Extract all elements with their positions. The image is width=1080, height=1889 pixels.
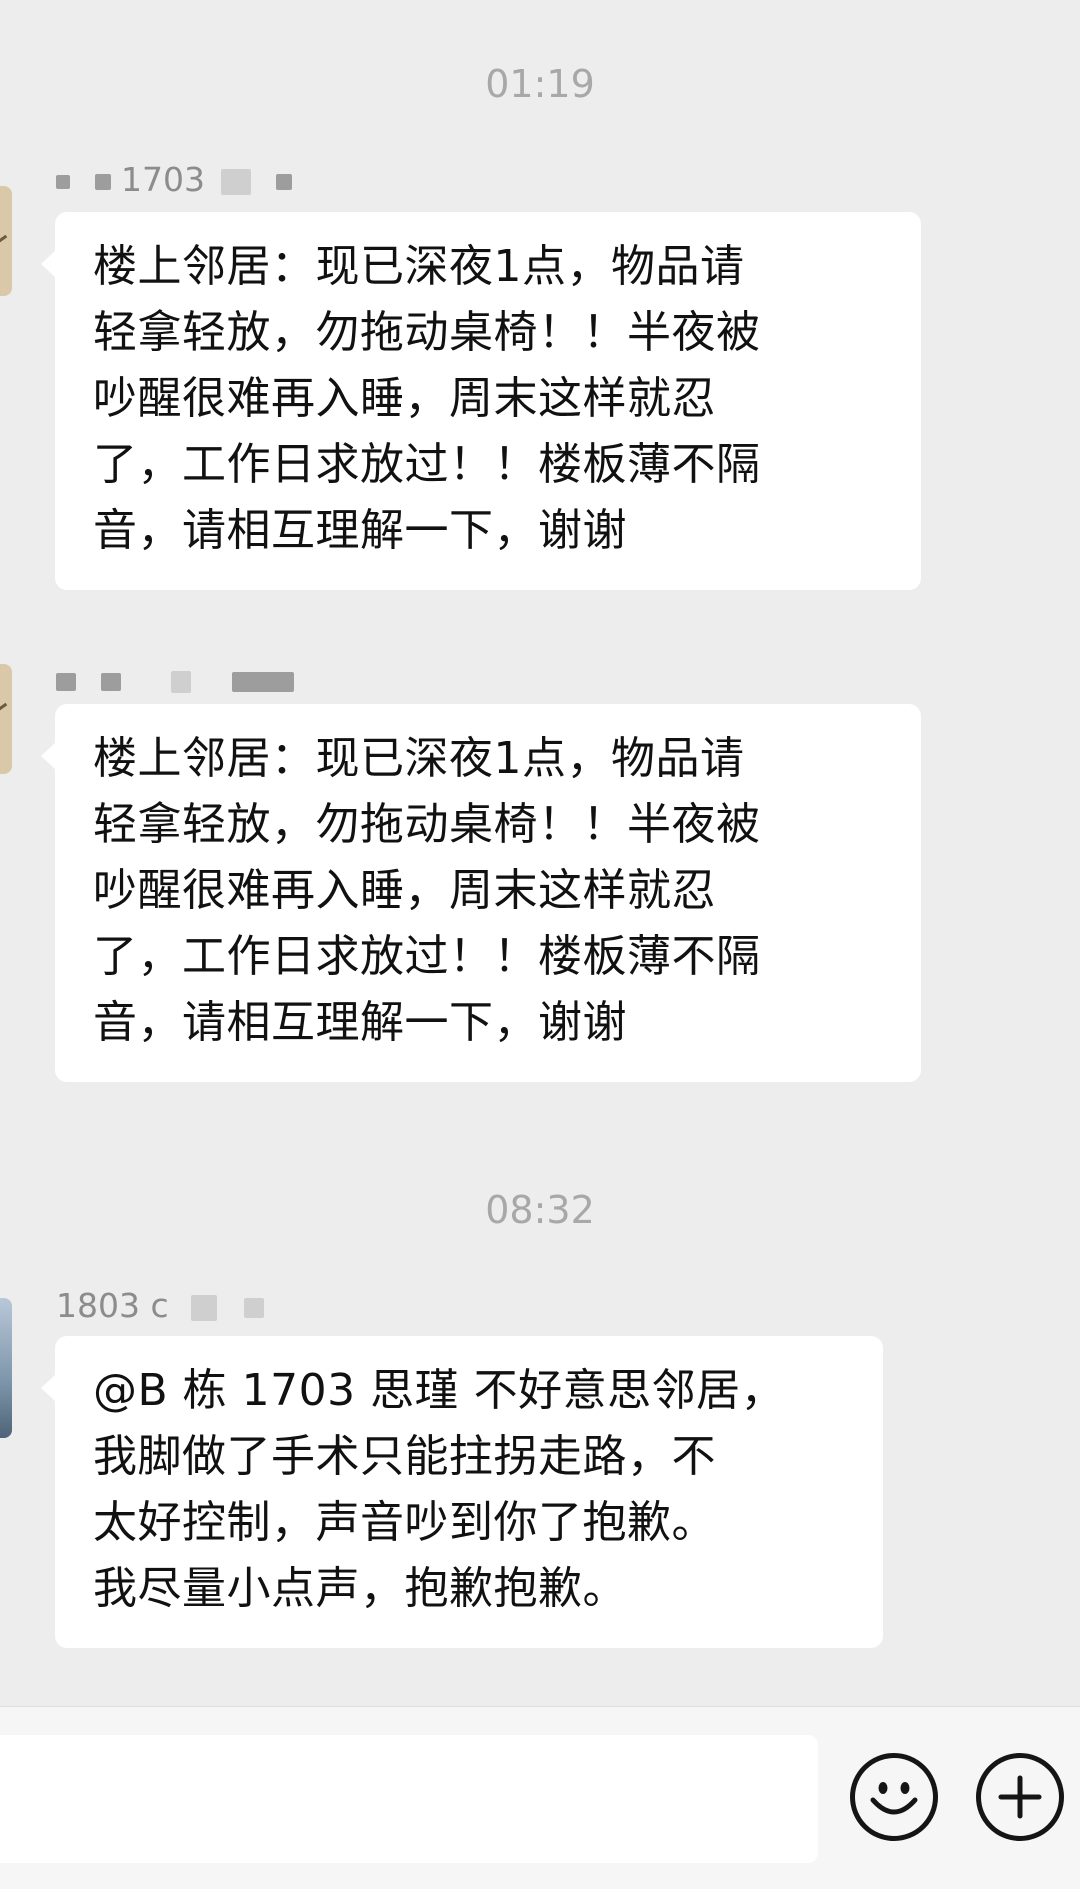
sender-name: 1803 c [56, 1286, 264, 1326]
blurred-name-block [94, 173, 111, 190]
message-line: 吵醒很难再入睡，周末这样就忍 [93, 865, 716, 916]
emoji-button[interactable] [850, 1753, 938, 1841]
add-button[interactable] [976, 1753, 1064, 1841]
message-line: 太好控制，声音吵到你了抱歉。 [93, 1497, 716, 1548]
message-bubble[interactable]: 楼上邻居：现已深夜1点，物品请 轻拿轻放，勿拖动桌椅！！半夜被 吵醒很难再入睡，… [41, 212, 921, 590]
time-divider: 08:32 [485, 1188, 595, 1232]
blurred-name-block [171, 670, 191, 693]
avatar[interactable] [0, 186, 12, 296]
blurred-name-block [221, 168, 252, 195]
message-bubble[interactable]: 楼上邻居：现已深夜1点，物品请 轻拿轻放，勿拖动桌椅！！半夜被 吵醒很难再入睡，… [41, 704, 921, 1082]
message-line: 吵醒很难再入睡，周末这样就忍 [93, 373, 716, 424]
blurred-name-block [191, 1294, 218, 1321]
message-line: @B 栋 1703 思瑾 不好意思邻居， [93, 1365, 786, 1416]
avatar[interactable] [0, 664, 12, 774]
message-bubble[interactable]: @B 栋 1703 思瑾 不好意思邻居， 我脚做了手术只能拄拐走路，不 太好控制… [41, 1336, 883, 1648]
message-line: 楼上邻居：现已深夜1点，物品请 [93, 241, 745, 292]
time-divider: 01:19 [485, 62, 595, 106]
message-line: 楼上邻居：现已深夜1点，物品请 [93, 733, 745, 784]
blurred-name-block [231, 671, 294, 692]
plus-circle-icon [998, 1775, 1042, 1819]
blurred-name-block [56, 174, 70, 189]
blurred-name-block [100, 672, 121, 691]
sender-name: 1703 [56, 160, 292, 200]
message-input[interactable] [0, 1735, 818, 1863]
message-line: 轻拿轻放，勿拖动桌椅！！半夜被 [93, 799, 761, 850]
smiley-face-icon [870, 1782, 918, 1815]
message-line: 了，工作日求放过！！楼板薄不隔 [93, 439, 761, 490]
blurred-name-block [243, 1297, 264, 1318]
message-line: 我脚做了手术只能拄拐走路，不 [93, 1431, 716, 1482]
input-bar [0, 1706, 1080, 1889]
avatar[interactable] [0, 1298, 12, 1438]
message-line: 我尽量小点声，抱歉抱歉。 [93, 1563, 627, 1614]
sender-name-text: 1703 [121, 160, 205, 199]
sender-name [56, 660, 294, 700]
sender-name-text: 1803 c [56, 1286, 169, 1325]
blurred-name-block [275, 173, 292, 190]
message-line: 音，请相互理解一下，谢谢 [93, 505, 627, 556]
message-line: 轻拿轻放，勿拖动桌椅！！半夜被 [93, 307, 761, 358]
blurred-name-block [56, 672, 76, 691]
message-line: 音，请相互理解一下，谢谢 [93, 997, 627, 1048]
message-line: 了，工作日求放过！！楼板薄不隔 [93, 931, 761, 982]
